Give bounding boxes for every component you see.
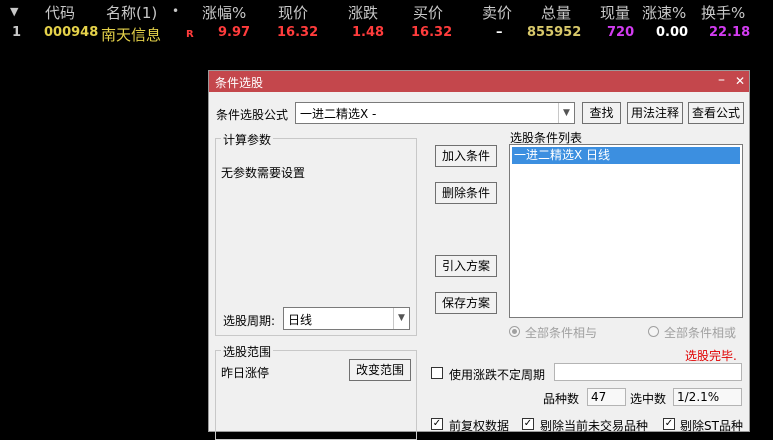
minimize-icon[interactable]: – [718, 72, 725, 88]
column-header-change[interactable]: 涨跌 [348, 2, 378, 23]
conditions-list[interactable]: 一进二精选X 日线 [509, 144, 743, 318]
formula-select-value: 一进二精选X - [300, 107, 377, 121]
change-value: 1.48 [352, 25, 385, 40]
bid-value: 16.32 [411, 25, 453, 40]
save-plan-button[interactable]: 保存方案 [435, 292, 497, 314]
turnover-value: 22.18 [709, 25, 751, 40]
indefinite-period-input[interactable] [554, 363, 742, 381]
selected-value: 1/2.1% [673, 388, 742, 406]
count-label: 品种数 [543, 392, 580, 406]
find-button[interactable]: 查找 [582, 102, 621, 124]
row-index: 1 [12, 25, 22, 40]
add-condition-button[interactable]: 加入条件 [435, 145, 497, 167]
formula-label: 条件选股公式 [216, 108, 289, 122]
list-item[interactable]: 一进二精选X 日线 [512, 147, 740, 164]
count-value: 47 [587, 388, 626, 406]
stock-name: 南天信息 [101, 26, 162, 44]
stock-code: 000948 [44, 25, 99, 40]
indefinite-period-label[interactable]: 使用涨跌不定周期 [449, 366, 545, 383]
radio-or-label[interactable]: 全部条件相或 [664, 324, 736, 341]
close-icon[interactable]: ✕ [735, 74, 745, 88]
change-pct-value: 9.97 [218, 25, 251, 40]
period-select[interactable]: 日线 ▼ [283, 307, 410, 330]
change-range-button[interactable]: 改变范围 [349, 359, 411, 381]
column-header-volume[interactable]: 总量 [541, 2, 571, 23]
range-group-title: 选股范围 [221, 343, 274, 360]
column-header-ask[interactable]: 卖价 [482, 2, 512, 23]
chevron-down-icon[interactable]: ▼ [393, 308, 409, 329]
price-value: 16.32 [277, 25, 319, 40]
exclude-st-label[interactable]: 剔除ST品种 [680, 417, 743, 434]
range-value: 昨日涨停 [221, 366, 270, 380]
current-volume-value: 720 [607, 25, 635, 40]
delete-condition-button[interactable]: 删除条件 [435, 182, 497, 204]
usage-notes-button[interactable]: 用法注释 [627, 102, 683, 124]
exclude-untraded-checkbox[interactable]: ✓ [522, 418, 534, 430]
column-header-dot: • [172, 4, 180, 18]
column-header-code[interactable]: 代码 [45, 2, 75, 23]
import-plan-button[interactable]: 引入方案 [435, 255, 497, 277]
chevron-down-icon[interactable]: ▼ [558, 103, 574, 123]
formula-select[interactable]: 一进二精选X - ▼ [295, 102, 575, 124]
quote-table-header: ▼ 代码 名称(1) • 涨幅% 现价 涨跌 买价 卖价 总量 现量 涨速% 换… [0, 0, 773, 24]
selected-label: 选中数 [630, 392, 667, 406]
column-header-bid[interactable]: 买价 [413, 2, 443, 23]
exclude-untraded-label[interactable]: 剔除当前未交易品种 [540, 417, 648, 434]
radio-and[interactable] [509, 326, 520, 337]
column-header-speed[interactable]: 涨速% [642, 2, 686, 23]
adjusted-data-label[interactable]: 前复权数据 [449, 417, 509, 434]
adjusted-data-checkbox[interactable]: ✓ [431, 418, 443, 430]
financing-flag-badge: R [186, 29, 194, 40]
column-header-price[interactable]: 现价 [278, 2, 308, 23]
view-formula-button[interactable]: 查看公式 [688, 102, 744, 124]
volume-value: 855952 [527, 25, 582, 40]
dialog-titlebar[interactable]: 条件选股 – ✕ [209, 71, 749, 92]
dialog-title: 条件选股 [215, 76, 264, 90]
speed-value: 0.00 [656, 25, 689, 40]
indefinite-period-checkbox[interactable] [431, 367, 443, 379]
params-group-title: 计算参数 [221, 131, 274, 148]
period-label: 选股周期: [223, 314, 276, 328]
condition-screening-dialog: 条件选股 – ✕ 条件选股公式 一进二精选X - ▼ 查找 用法注释 查看公式 … [208, 70, 750, 440]
radio-or[interactable] [648, 326, 659, 337]
status-text: 选股完毕. [685, 349, 737, 363]
column-header-change-pct[interactable]: 涨幅% [202, 2, 246, 23]
column-header-turnover[interactable]: 换手% [701, 2, 745, 23]
exclude-st-checkbox[interactable]: ✓ [663, 418, 675, 430]
period-select-value: 日线 [288, 313, 313, 327]
radio-and-label[interactable]: 全部条件相与 [525, 324, 597, 341]
column-header-current-volume[interactable]: 现量 [600, 2, 630, 23]
sort-desc-icon[interactable]: ▼ [10, 5, 18, 18]
no-params-text: 无参数需要设置 [221, 166, 306, 180]
table-row[interactable]: 1 000948 南天信息 R 9.97 16.32 1.48 16.32 – … [0, 24, 773, 44]
column-header-name[interactable]: 名称(1) [106, 2, 157, 23]
ask-value: – [496, 25, 503, 40]
